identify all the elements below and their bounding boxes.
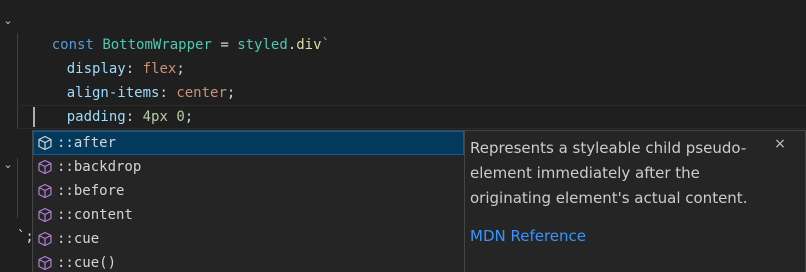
close-icon[interactable]: × [773,137,787,151]
suggest-details-pane: Represents a styleable child pseudo-elem… [464,130,806,272]
symbol-property-cube-icon [38,231,52,247]
suggest-item-cue[interactable]: ::cue [33,227,464,251]
suggest-item-label: ::before [57,183,125,199]
suggest-item-label: ::backdrop [57,159,142,175]
mdn-reference-link[interactable]: MDN Reference [470,226,586,246]
details-description: Represents a styleable child pseudo-elem… [470,139,748,207]
code-line-1: const BottomWrapper = styled.div` [18,9,330,53]
symbol-property-cube-icon [38,207,52,223]
symbol-property-cube-icon [38,255,52,271]
indent-guide [17,158,18,218]
suggest-item-backdrop[interactable]: ::backdrop [33,155,464,179]
code-line-4: padding: 4px 0; [33,81,193,125]
code-line-2: display: flex; [33,33,185,77]
fold-chevron-down-icon[interactable]: ⌄ [1,9,15,33]
fold-chevron-down-icon[interactable]: ⌄ [1,153,15,177]
code-line-3: align-items: center; [33,57,236,101]
template-backtick: ` [321,37,330,53]
suggest-item-after[interactable]: ::after [33,131,464,155]
styled-tag: div [296,37,322,53]
semicolon: ; [226,85,236,101]
current-line-highlight [17,105,806,129]
suggest-item-label: ::cue [57,231,100,247]
dot-operator: . [287,37,297,53]
suggest-item-cue-function[interactable]: ::cue() [33,251,464,272]
suggest-item-label: ::cue() [57,255,117,271]
styled-object: styled [237,37,288,53]
text-cursor [33,107,35,127]
symbol-property-cube-icon [38,159,52,175]
symbol-property-cube-icon [38,135,52,151]
symbol-property-cube-icon [38,183,52,199]
suggest-item-label: ::content [57,207,133,223]
suggest-widget[interactable]: ::after ::backdrop ::before ::content ::… [32,130,465,272]
suggest-item-label: ::after [57,135,117,151]
suggest-item-before[interactable]: ::before [33,179,464,203]
equals-sign: = [220,37,229,53]
suggest-item-content[interactable]: ::content [33,203,464,227]
